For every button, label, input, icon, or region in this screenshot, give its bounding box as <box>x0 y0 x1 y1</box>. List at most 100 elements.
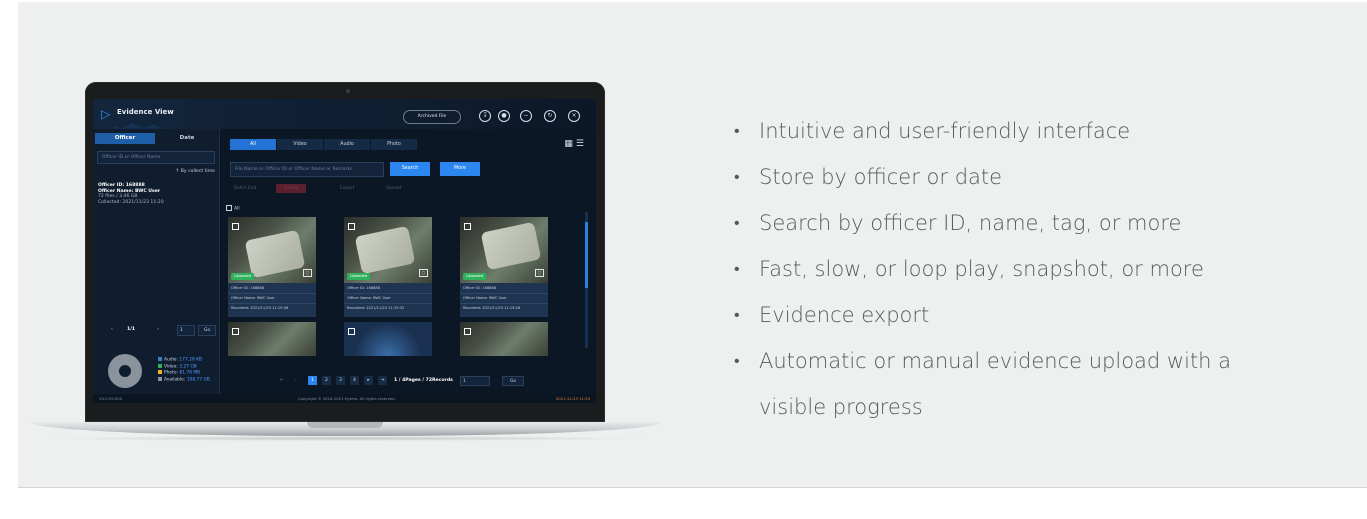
media-card[interactable]: ▢ Uploaded Officer ID: 168888 Officer Na… <box>344 217 432 317</box>
upload-button[interactable]: Upload <box>386 186 401 191</box>
legend-value: 81.76 MB <box>179 370 201 376</box>
list-view-icon[interactable]: ☰ <box>576 139 584 150</box>
camera-icon <box>346 89 350 93</box>
card-officer-name: Officer Name: BWC User <box>463 296 507 300</box>
image-icon: ▢ <box>303 269 312 277</box>
laptop-screen: ▷ Evidence View Archived File ↧ ● − ↻ × … <box>93 99 596 403</box>
tab-officer[interactable]: Officer <box>95 133 155 144</box>
legend-value: 3.27 GB <box>179 364 197 369</box>
feature-text: Fast, slow, or loop play, snapshot, or m… <box>759 257 1204 281</box>
last-page-icon[interactable]: ⇥ <box>378 376 387 385</box>
photo-content <box>354 225 416 275</box>
page-button[interactable]: 1 <box>308 376 317 385</box>
legend-label: Video: <box>164 364 178 369</box>
prev-page-icon[interactable]: ‹ <box>294 376 296 385</box>
feature-text: Evidence export <box>759 303 930 327</box>
checkbox-icon <box>226 205 232 211</box>
feature-item-continued: visible progress <box>734 384 1294 430</box>
status-badge: Uploaded <box>347 273 371 280</box>
scrollbar[interactable] <box>585 212 588 348</box>
photo-swatch <box>158 370 162 374</box>
thumbnail <box>460 322 548 356</box>
media-card[interactable] <box>344 322 432 356</box>
page-input[interactable]: 1 <box>177 325 195 336</box>
more-button[interactable]: More <box>440 162 480 176</box>
refresh-icon[interactable]: ↻ <box>544 110 556 122</box>
bullet-icon: • <box>734 167 740 186</box>
card-checkbox[interactable] <box>232 223 239 230</box>
officer-entry[interactable]: Officer ID: 168888 Officer Name: BWC Use… <box>98 183 164 205</box>
status-badge: Uploaded <box>463 273 487 280</box>
card-checkbox[interactable] <box>348 328 355 335</box>
storage-donut-chart <box>108 354 142 388</box>
export-button[interactable]: Export <box>340 186 354 191</box>
card-officer-name: Officer Name: BWC User <box>231 296 275 300</box>
feature-text: Intuitive and user-friendly interface <box>759 119 1131 143</box>
download-icon[interactable]: ↧ <box>479 110 491 122</box>
divider <box>228 303 316 304</box>
tab-video[interactable]: Video <box>277 139 323 150</box>
divider <box>460 303 548 304</box>
officer-search-input[interactable]: Officer ID or Officer Name <box>97 151 215 164</box>
feature-item: • Evidence export <box>734 292 1294 338</box>
prev-page-icon[interactable]: ‹ <box>111 325 113 335</box>
left-pane: Officer Date Officer ID or Officer Name … <box>93 129 220 394</box>
page-button[interactable]: 3 <box>336 376 345 385</box>
storage-legend: Audio: 177.28 KB Video: 3.27 GB Photo: 8… <box>158 357 210 383</box>
media-card[interactable] <box>228 322 316 356</box>
version-label: V4.0.09.000 <box>99 396 123 401</box>
close-icon[interactable]: × <box>568 110 580 122</box>
sort-by-collect-time[interactable]: ↑ By collect time <box>153 169 215 174</box>
batch-edit-button[interactable]: Batch Edit <box>234 186 257 191</box>
clock: 2021-11-23 11:29 <box>555 396 590 401</box>
page-input[interactable]: 1 <box>460 376 490 386</box>
first-page-icon[interactable]: ⇤ <box>280 376 284 385</box>
feature-text: Automatic or manual evidence upload with… <box>759 349 1232 373</box>
next-page-icon[interactable]: ▸ <box>364 376 373 385</box>
card-checkbox[interactable] <box>464 223 471 230</box>
card-recorded: Recorded: 2021/11/23 11:19:36 <box>231 306 289 310</box>
page-button[interactable]: 2 <box>322 376 331 385</box>
tab-photo[interactable]: Photo <box>371 139 417 150</box>
card-officer-id: Officer ID: 168888 <box>463 286 497 290</box>
file-search-input[interactable]: File Name or Officer ID or Officer Name … <box>230 162 384 177</box>
next-page-icon[interactable]: › <box>157 325 159 335</box>
scrollbar-thumb[interactable] <box>585 222 588 288</box>
minimize-icon[interactable]: − <box>520 110 532 122</box>
legend-available: Available: 108.77 GB <box>158 376 210 384</box>
card-officer-id: Officer ID: 168888 <box>231 286 265 290</box>
legend-value: 108.77 GB <box>186 377 210 382</box>
card-checkbox[interactable] <box>348 223 355 230</box>
tab-all[interactable]: All <box>230 139 276 150</box>
media-card[interactable]: ▢ Uploaded Officer ID: 168888 Officer Na… <box>228 217 316 317</box>
go-button[interactable]: Go <box>502 376 524 386</box>
select-all-checkbox[interactable]: All <box>226 205 240 212</box>
feature-item: • Store by officer or date <box>734 154 1294 200</box>
media-card[interactable] <box>460 322 548 356</box>
audio-swatch <box>158 357 162 361</box>
left-pager: ‹ 1/1 › 1 Go <box>97 325 216 336</box>
bullet-icon: • <box>734 213 740 232</box>
feature-text: Store by officer or date <box>759 165 1003 189</box>
card-officer-id: Officer ID: 168888 <box>347 286 381 290</box>
archived-file-button[interactable]: Archived File <box>403 110 461 124</box>
tab-audio[interactable]: Audio <box>324 139 370 150</box>
card-checkbox[interactable] <box>464 328 471 335</box>
media-card[interactable]: ▢ Uploaded Officer ID: 168888 Officer Na… <box>460 217 548 317</box>
app-title: Evidence View <box>117 108 174 116</box>
select-all-label: All <box>234 206 240 212</box>
feature-item: • Search by officer ID, name, tag, or mor… <box>734 200 1294 246</box>
feature-list: • Intuitive and user-friendly interface •… <box>734 108 1294 430</box>
page-button[interactable]: 4 <box>350 376 359 385</box>
grid-view-icon[interactable]: ▦ <box>564 139 573 150</box>
card-checkbox[interactable] <box>232 328 239 335</box>
user-icon[interactable]: ● <box>498 110 510 122</box>
search-button[interactable]: Search <box>390 162 430 176</box>
divider <box>460 293 548 294</box>
go-button[interactable]: Go <box>198 325 216 336</box>
delete-button[interactable]: Delete <box>276 184 307 193</box>
image-icon: ▢ <box>419 269 428 277</box>
tab-date[interactable]: Date <box>157 133 217 144</box>
sort-label: By collect time <box>180 169 215 174</box>
title-bar: ▷ Evidence View Archived File ↧ ● − ↻ × <box>93 99 596 131</box>
